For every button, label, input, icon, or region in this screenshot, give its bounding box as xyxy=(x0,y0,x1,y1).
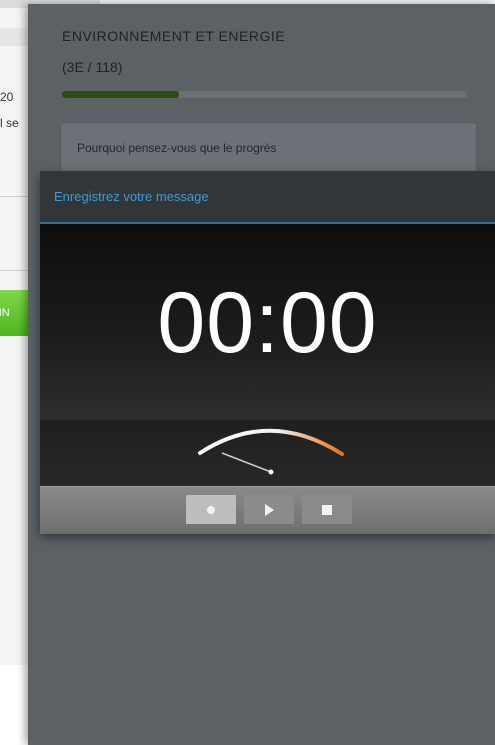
background-divider xyxy=(0,196,30,197)
record-button[interactable] xyxy=(186,495,236,524)
timer-display: 00:00 xyxy=(157,275,378,371)
level-meter-area xyxy=(40,420,495,486)
background-footer-area xyxy=(0,665,30,745)
record-message-dialog: Enregistrez votre message 00:00 xyxy=(40,171,495,534)
dialog-header: Enregistrez votre message xyxy=(40,171,495,224)
stop-button[interactable] xyxy=(302,495,352,524)
playback-controls xyxy=(40,486,495,534)
stop-icon xyxy=(322,504,332,515)
question-counter: (3E / 118) xyxy=(62,59,123,75)
dialog-title: Enregistrez votre message xyxy=(54,189,209,204)
background-green-button[interactable]: FIN xyxy=(0,290,30,336)
meter-needle-pivot xyxy=(268,469,274,475)
background-text-line-1: 20 xyxy=(0,90,14,104)
background-divider xyxy=(0,270,30,271)
meter-scale-arc xyxy=(198,428,344,456)
background-text-line-2: l se xyxy=(0,116,19,130)
level-meter-gauge xyxy=(198,428,344,475)
question-text: Pourquoi pensez-vous que le progrès xyxy=(77,141,277,155)
play-icon xyxy=(264,503,274,516)
progress-bar-fill xyxy=(62,91,180,98)
record-dot-icon xyxy=(207,505,215,514)
timer-area: 00:00 xyxy=(40,224,495,420)
meter-needle xyxy=(221,452,272,473)
play-button[interactable] xyxy=(244,495,294,524)
section-title: ENVIRONNEMENT ET ENERGIE xyxy=(62,28,286,44)
progress-bar xyxy=(62,91,467,98)
